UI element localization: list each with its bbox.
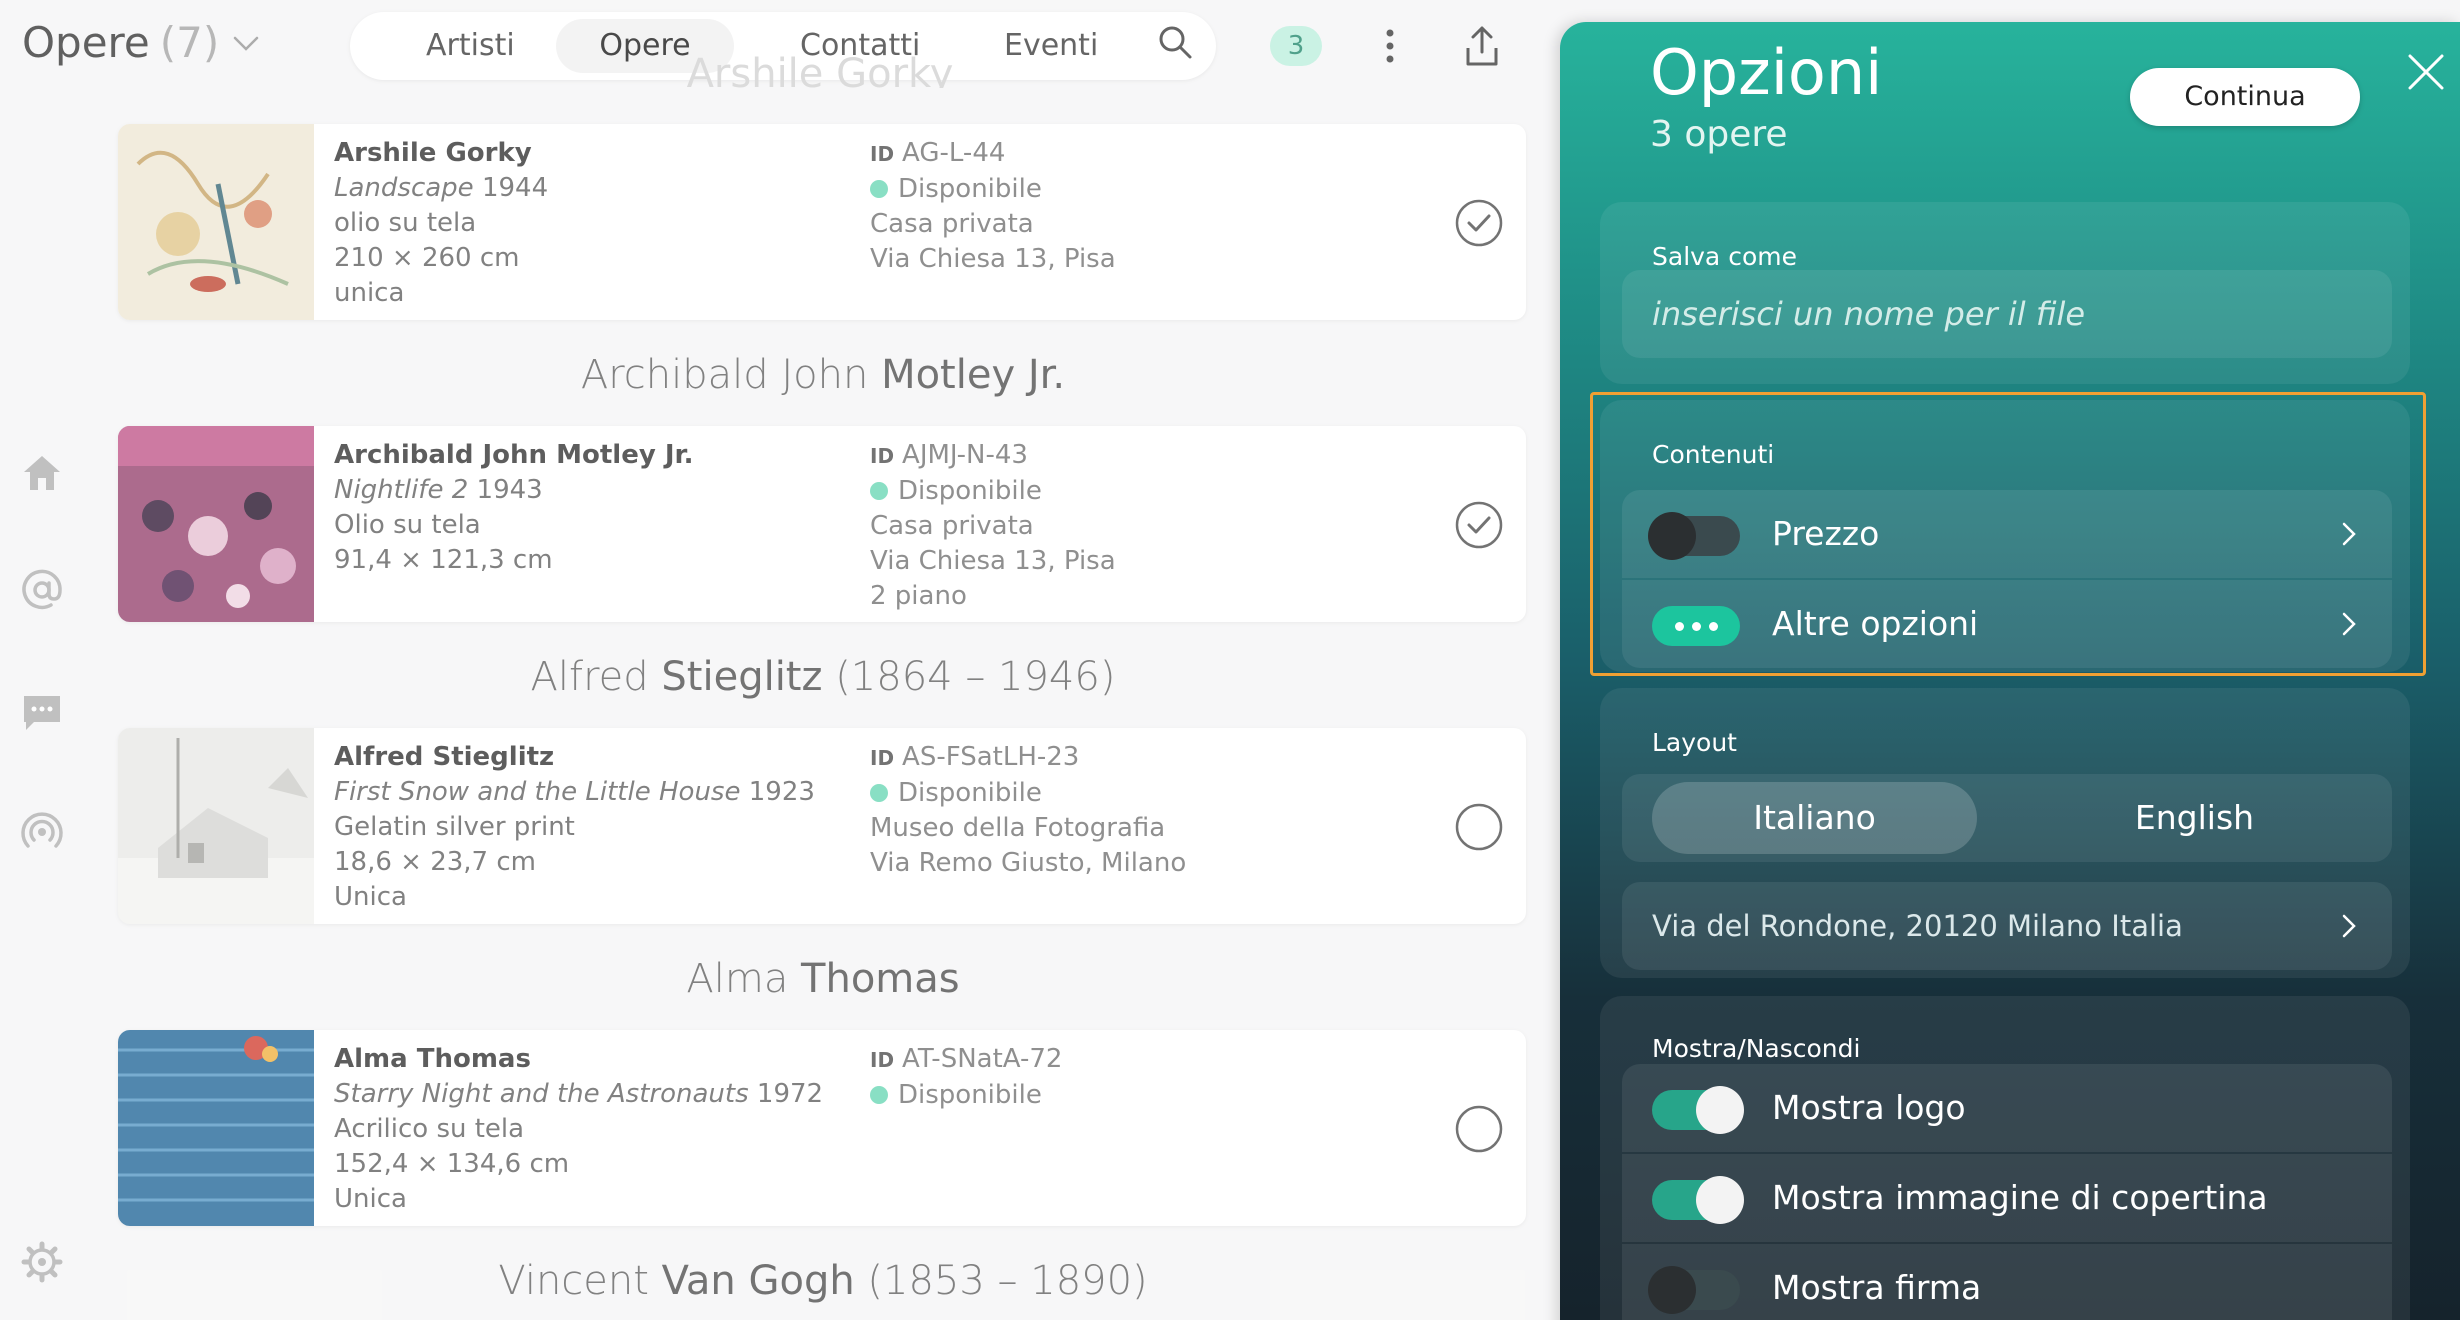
show-logo-toggle[interactable] — [1652, 1086, 1744, 1134]
language-option-italiano[interactable]: Italiano — [1652, 782, 1977, 854]
show-hide-label: Mostra/Nascondi — [1652, 1034, 1861, 1063]
show-signature-label: Mostra firma — [1772, 1268, 1982, 1307]
save-as-section: Salva come — [1600, 202, 2410, 384]
chevron-right-icon — [2342, 914, 2356, 938]
toggle-knob — [1648, 1266, 1696, 1314]
background-dim — [0, 0, 1560, 1320]
address-row[interactable]: Via del Rondone, 20120 Milano Italia — [1622, 882, 2392, 970]
toggle-knob — [1696, 1176, 1744, 1224]
show-cover-toggle[interactable] — [1652, 1176, 1744, 1224]
app-window: Opere (7) Artisti Opere Contatti Eventi … — [0, 0, 2460, 1320]
filename-field — [1622, 270, 2392, 358]
layout-section: Layout Italiano English Via del Rondone,… — [1600, 688, 2410, 978]
panel-title: Opzioni — [1650, 36, 1883, 109]
show-hide-section: Mostra/Nascondi Mostra logo Mostra immag… — [1600, 996, 2410, 1320]
continue-button[interactable]: Continua — [2130, 68, 2360, 126]
show-cover-label: Mostra immagine di copertina — [1772, 1178, 2268, 1217]
close-icon[interactable] — [2406, 52, 2446, 92]
language-switch: Italiano English — [1622, 774, 2392, 862]
save-as-label: Salva come — [1652, 242, 1797, 271]
filename-input[interactable] — [1622, 270, 2392, 358]
layout-label: Layout — [1652, 728, 1737, 757]
show-signature-row[interactable]: Mostra firma — [1622, 1244, 2392, 1320]
show-logo-label: Mostra logo — [1772, 1088, 1966, 1127]
language-option-english[interactable]: English — [2032, 782, 2357, 854]
toggle-knob — [1696, 1086, 1744, 1134]
show-logo-row[interactable]: Mostra logo — [1622, 1064, 2392, 1152]
panel-subtitle: 3 opere — [1650, 114, 1788, 155]
show-signature-toggle[interactable] — [1648, 1266, 1740, 1314]
address-label: Via del Rondone, 20120 Milano Italia — [1652, 909, 2183, 943]
show-cover-row[interactable]: Mostra immagine di copertina — [1622, 1154, 2392, 1242]
focus-highlight — [1590, 392, 2426, 676]
